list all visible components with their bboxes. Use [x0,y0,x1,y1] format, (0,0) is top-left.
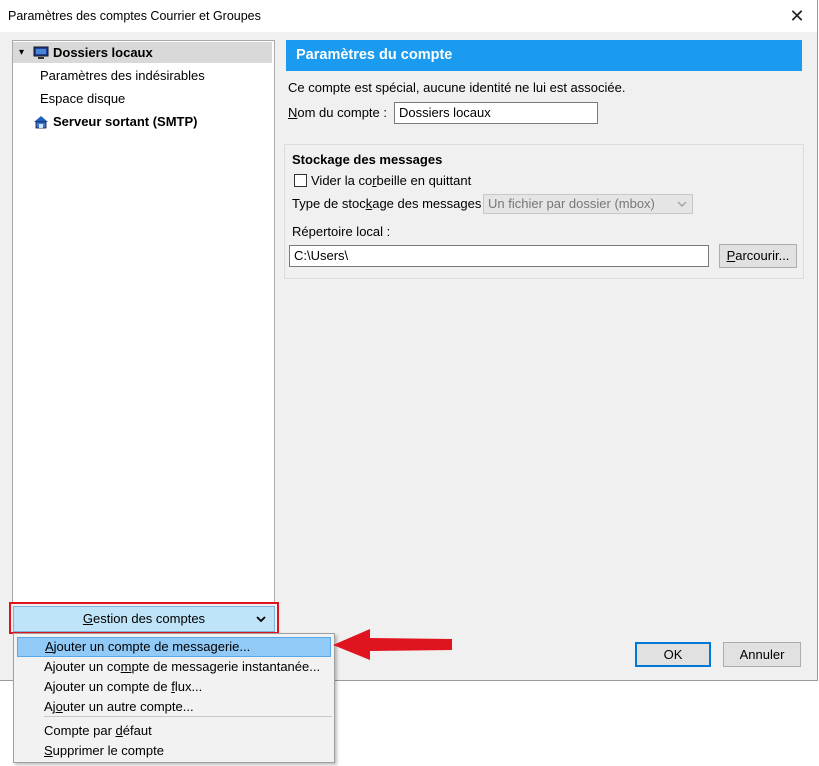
computer-icon [33,46,49,59]
cancel-button[interactable]: Annuler [723,642,801,667]
tree-item-disk-space[interactable]: Espace disque [40,88,125,109]
menu-item-add-mail-account[interactable]: Ajouter un compte de messagerie... [17,637,331,657]
menu-item-add-feed-account[interactable]: Ajouter un compte de flux... [17,677,331,697]
tree-item-label: Espace disque [40,91,126,106]
local-dir-label: Répertoire local : [292,224,391,239]
account-name-label: Nom du compte : [288,105,387,120]
storage-title: Stockage des messages [292,152,443,167]
title-bar: Paramètres des comptes Courrier et Group… [0,0,817,32]
server-icon [34,116,48,129]
panel-header: Paramètres du compte [286,40,802,71]
tree-item-junk-settings[interactable]: Paramètres des indésirables [40,65,205,86]
chevron-down-icon [677,201,687,207]
storage-type-value: Un fichier par dossier (mbox) [488,196,655,211]
arrow-annotation-icon [333,629,452,660]
highlight-annotation [9,602,279,634]
menu-item-add-other-account[interactable]: Ajouter un autre compte... [17,697,331,717]
tree-item-label: Paramètres des indésirables [40,68,205,83]
menu-item-default-account[interactable]: Compte par défaut [17,721,331,741]
storage-type-label: Type de stockage des messages : [292,196,489,211]
account-name-field[interactable]: Dossiers locaux [394,102,598,124]
menu-separator [44,716,332,717]
tree-item-label: Dossiers locaux [53,45,153,60]
ok-button[interactable]: OK [635,642,711,667]
close-icon[interactable]: ✕ [783,4,811,28]
tree-item-smtp[interactable]: Serveur sortant (SMTP) [13,111,272,132]
account-info-text: Ce compte est spécial, aucune identité n… [288,80,626,95]
expand-icon[interactable]: ▾ [19,42,24,63]
empty-trash-label[interactable]: Vider la corbeille en quittant [311,173,471,188]
empty-trash-checkbox[interactable] [294,174,307,187]
account-actions-menu: Ajouter un compte de messagerie... Ajout… [13,633,335,763]
local-dir-field[interactable]: C:\Users\ [289,245,709,267]
menu-item-add-chat-account[interactable]: Ajouter un compte de messagerie instanta… [17,657,331,677]
browse-button[interactable]: Parcourir... [719,244,797,268]
tree-item-label: Serveur sortant (SMTP) [53,114,198,129]
storage-type-select: Un fichier par dossier (mbox) [483,194,693,214]
tree-item-local-folders[interactable]: ▾ Dossiers locaux [13,42,272,63]
menu-item-remove-account[interactable]: Supprimer le compte [17,741,331,761]
account-settings-window: Paramètres des comptes Courrier et Group… [0,0,818,681]
window-title: Paramètres des comptes Courrier et Group… [8,9,261,23]
